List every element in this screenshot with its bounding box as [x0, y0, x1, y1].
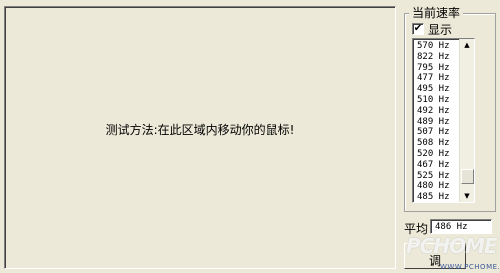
rate-list-item[interactable]: 795 Hz — [417, 63, 458, 74]
rate-list-item[interactable]: 525 Hz — [417, 171, 458, 182]
average-label: 平均 — [404, 222, 429, 236]
average-value-field: 486 Hz — [430, 219, 492, 234]
rate-list-item[interactable]: 477 Hz — [417, 73, 458, 84]
show-checkbox[interactable]: ✔ — [412, 23, 424, 35]
rate-list-item[interactable]: 570 Hz — [417, 41, 458, 52]
adjust-button[interactable]: 调 — [404, 243, 466, 269]
rate-list-item[interactable]: 822 Hz — [417, 52, 458, 63]
rate-list-item[interactable]: 495 Hz — [417, 84, 458, 95]
show-checkbox-row[interactable]: ✔ 显示 — [412, 22, 453, 37]
show-checkbox-label: 显示 — [428, 22, 453, 37]
scroll-thumb[interactable] — [461, 169, 474, 184]
rate-list-item[interactable]: 489 Hz — [417, 117, 458, 128]
rate-list-item[interactable]: 492 Hz — [417, 106, 458, 117]
rate-list-item[interactable]: 520 Hz — [417, 149, 458, 160]
scroll-down-arrow-icon[interactable]: ▼ — [460, 190, 474, 202]
scroll-up-arrow-icon[interactable]: ▲ — [460, 39, 474, 51]
rate-listbox[interactable]: 570 Hz 822 Hz 795 Hz 477 Hz 495 Hz 510 Hz 492 … — [412, 38, 475, 203]
mouse-test-area[interactable]: 测试方法:在此区域内移动你的鼠标! — [4, 6, 396, 269]
rate-list-item[interactable]: 467 Hz — [417, 160, 458, 171]
rate-list-item[interactable]: 485 Hz — [417, 192, 458, 202]
test-instruction: 测试方法:在此区域内移动你的鼠标! — [105, 123, 295, 137]
rate-group-title: 当前速率 — [409, 6, 464, 20]
rate-list-item[interactable]: 480 Hz — [417, 181, 458, 192]
rate-list: 570 Hz 822 Hz 795 Hz 477 Hz 495 Hz 510 Hz 492 … — [417, 41, 458, 202]
rate-list-item[interactable]: 510 Hz — [417, 95, 458, 106]
rate-list-scrollbar[interactable]: ▲ ▼ — [459, 39, 474, 202]
rate-list-item[interactable]: 508 Hz — [417, 138, 458, 149]
rate-list-item[interactable]: 507 Hz — [417, 127, 458, 138]
